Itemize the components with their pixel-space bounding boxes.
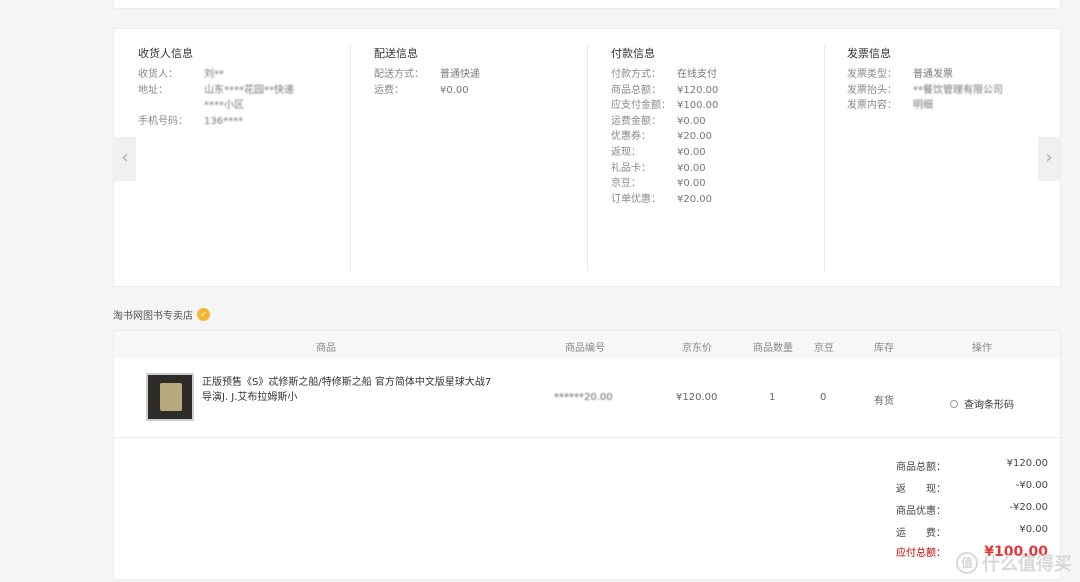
col-header-code: 商品编号 bbox=[565, 343, 605, 354]
col-header-price: 京东价 bbox=[682, 343, 712, 354]
search-icon bbox=[950, 399, 958, 408]
payment-row: 运费金额： ¥0.00 bbox=[611, 115, 706, 127]
invoice-row: 发票抬头： **餐饮管理有限公司 bbox=[847, 84, 1003, 96]
invoice-info: 发票信息 发票类型： 普通发票 发票抬头： **餐饮管理有限公司 发票内容： 明细 bbox=[847, 45, 1003, 114]
payment-row: 返现： ¥0.00 bbox=[611, 146, 706, 158]
consignee-row: ****小区 bbox=[204, 100, 244, 112]
delivery-row: 配送方式： 普通快递 bbox=[374, 69, 480, 80]
col-header-beans: 京豆 bbox=[814, 343, 834, 354]
watermark: 值 什么值得买 bbox=[956, 550, 1072, 576]
product-table: 商品 商品编号 京东价 商品数量 京豆 库存 操作 正版预售《S》忒修斯之船/特… bbox=[113, 330, 1061, 438]
product-quantity: 1 bbox=[769, 392, 776, 403]
book-cover-art bbox=[160, 383, 182, 411]
chat-icon[interactable]: ✓ bbox=[197, 308, 210, 321]
column-divider bbox=[824, 45, 825, 271]
total-label: 应付总额： bbox=[896, 548, 946, 559]
payment-row: 付款方式： 在线支付 bbox=[611, 69, 717, 80]
payment-row: 应支付金额： ¥100.00 bbox=[611, 100, 719, 112]
col-header-quantity: 商品数量 bbox=[753, 343, 793, 354]
delivery-row: 运费： ¥0.00 bbox=[374, 84, 469, 96]
delivery-info: 配送信息 配送方式： 普通快递 运费： ¥0.00 bbox=[374, 45, 480, 98]
invoice-title: 发票信息 bbox=[847, 47, 891, 60]
table-row: 正版预售《S》忒修斯之船/特修斯之船 官方简体中文版星球大战7导演J. J.艾布… bbox=[114, 358, 1060, 438]
col-header-product: 商品 bbox=[316, 343, 336, 354]
consignee-row: 收货人： 刘** bbox=[138, 69, 224, 80]
query-barcode-link[interactable]: 查询条形码 bbox=[950, 396, 1014, 411]
payment-info: 付款信息 付款方式： 在线支付 商品总额： ¥120.00 应支付金额： ¥100.0… bbox=[611, 45, 718, 207]
consignee-info: 收货人信息 收货人： 刘** 地址： 山东****花园**快递 ****小区 手机号… bbox=[138, 45, 294, 129]
product-stock: 有货 bbox=[874, 396, 894, 407]
payment-row: 优惠券： ¥20.00 bbox=[611, 131, 712, 143]
order-info-panel: ‹ › 收货人信息 收货人： 刘** 地址： 山东****花园**快递 ****小区… bbox=[113, 28, 1061, 287]
consignee-row: 手机号码： 136**** bbox=[138, 115, 244, 127]
summary-row: 返 现： -¥0.00 bbox=[896, 480, 1048, 495]
product-thumbnail[interactable] bbox=[146, 373, 194, 421]
summary-row: 商品总额： ¥120.00 bbox=[896, 458, 1048, 473]
col-header-action: 操作 bbox=[972, 343, 992, 354]
payment-title: 付款信息 bbox=[611, 47, 655, 60]
payment-row: 礼品卡： ¥0.00 bbox=[611, 162, 706, 174]
col-header-stock: 库存 bbox=[874, 343, 894, 354]
summary-row: 运 费： ¥0.00 bbox=[896, 524, 1048, 539]
shop-header: 淘书网图书专卖店 ✓ bbox=[113, 307, 210, 322]
payment-row: 京豆： ¥0.00 bbox=[611, 178, 706, 190]
table-header: 商品 商品编号 京东价 商品数量 京豆 库存 操作 bbox=[114, 331, 1060, 358]
column-divider bbox=[587, 45, 588, 271]
watermark-text: 什么值得买 bbox=[982, 554, 1072, 575]
invoice-row: 发票内容： 明细 bbox=[847, 100, 933, 112]
invoice-row: 发票类型： 普通发票 bbox=[847, 69, 953, 80]
delivery-title: 配送信息 bbox=[374, 47, 418, 60]
summary-row: 商品优惠： -¥20.00 bbox=[896, 502, 1048, 517]
order-summary: 商品总额： ¥120.00 返 现： -¥0.00 商品优惠： -¥20.00 运 费… bbox=[113, 438, 1061, 580]
product-beans: 0 bbox=[820, 392, 827, 403]
product-code: ******20.00 bbox=[554, 392, 613, 403]
consignee-row: 地址： 山东****花园**快递 bbox=[138, 84, 294, 96]
next-arrow[interactable]: › bbox=[1038, 137, 1060, 181]
payment-row: 订单优惠： ¥20.00 bbox=[611, 193, 712, 205]
top-panel-edge bbox=[113, 0, 1061, 9]
query-barcode-label: 查询条形码 bbox=[964, 400, 1014, 411]
consignee-title: 收货人信息 bbox=[138, 47, 193, 60]
watermark-logo-icon: 值 bbox=[956, 552, 978, 574]
product-name[interactable]: 正版预售《S》忒修斯之船/特修斯之船 官方简体中文版星球大战7导演J. J.艾布… bbox=[202, 375, 492, 405]
payment-row: 商品总额： ¥120.00 bbox=[611, 84, 719, 96]
product-price: ¥120.00 bbox=[676, 392, 718, 403]
prev-arrow[interactable]: ‹ bbox=[114, 137, 136, 181]
shop-name[interactable]: 淘书网图书专卖店 bbox=[113, 307, 193, 322]
column-divider bbox=[350, 45, 351, 271]
